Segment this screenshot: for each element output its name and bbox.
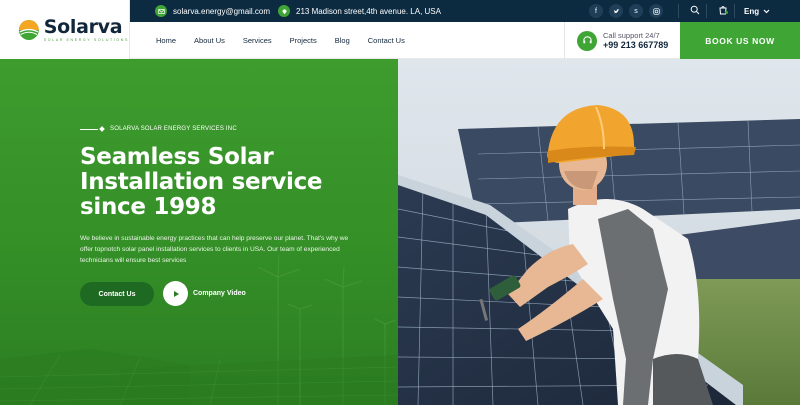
chevron-down-icon (763, 9, 770, 13)
facebook-icon[interactable]: f (589, 4, 603, 18)
twitter-icon[interactable] (609, 4, 623, 18)
support-block[interactable]: Call support 24/7 +99 213 667789 (564, 22, 680, 59)
eyebrow-text: SOLARVA SOLAR ENERGY SERVICES INC (110, 126, 237, 132)
hero-section: SOLARVA SOLAR ENERGY SERVICES INC Seamle… (0, 59, 398, 405)
brand-name: Solarva (43, 16, 123, 38)
play-icon[interactable] (163, 281, 188, 306)
nav-blog[interactable]: Blog (335, 36, 350, 45)
hero-title-line-3: since 1998 (80, 194, 217, 220)
nav-projects[interactable]: Projects (290, 36, 317, 45)
contact-us-button[interactable]: Contact Us (80, 282, 154, 306)
hero-image-solar-worker (398, 59, 800, 405)
hero-title-line-1: Seamless Solar (80, 144, 274, 170)
support-label: Call support 24/7 (603, 31, 660, 40)
email-text: solarva.energy@gmail.com (173, 6, 271, 16)
social-links: f s (589, 4, 663, 18)
address-contact[interactable]: 213 Madison street,4th avenue. LA, USA (278, 5, 441, 17)
divider (734, 4, 735, 18)
company-video-label: Company Video (193, 290, 246, 297)
mail-icon (155, 5, 167, 17)
main-navigation: Home About Us Services Projects Blog Con… (130, 22, 800, 59)
eyebrow-diamond-icon (99, 126, 105, 132)
nav-services[interactable]: Services (243, 36, 272, 45)
address-text: 213 Madison street,4th avenue. LA, USA (296, 6, 441, 16)
top-info-bar: solarva.energy@gmail.com 213 Madison str… (130, 0, 800, 22)
nav-contact-us[interactable]: Contact Us (368, 36, 405, 45)
solar-installer-photo (398, 59, 800, 405)
hero-description: We believe in sustainable energy practic… (80, 235, 349, 264)
brand-tagline: SOLAR ENERGY SOLUTIONS (43, 38, 129, 42)
logo[interactable]: Solarva SOLAR ENERGY SOLUTIONS (0, 0, 130, 59)
support-phone-icon (577, 30, 597, 51)
search-icon[interactable] (690, 5, 700, 17)
cart-icon[interactable] (718, 5, 728, 17)
nav-home[interactable]: Home (156, 36, 176, 45)
book-us-now-button[interactable]: BOOK US NOW (680, 22, 800, 59)
hero-eyebrow: SOLARVA SOLAR ENERGY SERVICES INC (80, 126, 237, 132)
company-video-button[interactable]: Company Video (163, 281, 246, 306)
hero-title-line-2: Installation service (80, 169, 323, 195)
language-label: Eng (744, 6, 760, 16)
language-selector[interactable]: Eng (744, 7, 770, 16)
sun-logo-icon (18, 19, 39, 40)
nav-links: Home About Us Services Projects Blog Con… (156, 22, 423, 59)
instagram-icon[interactable] (649, 4, 663, 18)
support-phone-number[interactable]: +99 213 667789 (603, 40, 668, 50)
email-contact[interactable]: solarva.energy@gmail.com (155, 5, 270, 17)
skype-icon[interactable]: s (629, 4, 643, 18)
eyebrow-line (80, 128, 98, 130)
divider (706, 4, 707, 18)
wind-turbine-illustration (0, 254, 398, 405)
hero-title: Seamless Solar Installation service sinc… (80, 145, 370, 220)
map-pin-icon (278, 5, 290, 17)
nav-about-us[interactable]: About Us (194, 36, 225, 45)
divider (678, 4, 679, 18)
